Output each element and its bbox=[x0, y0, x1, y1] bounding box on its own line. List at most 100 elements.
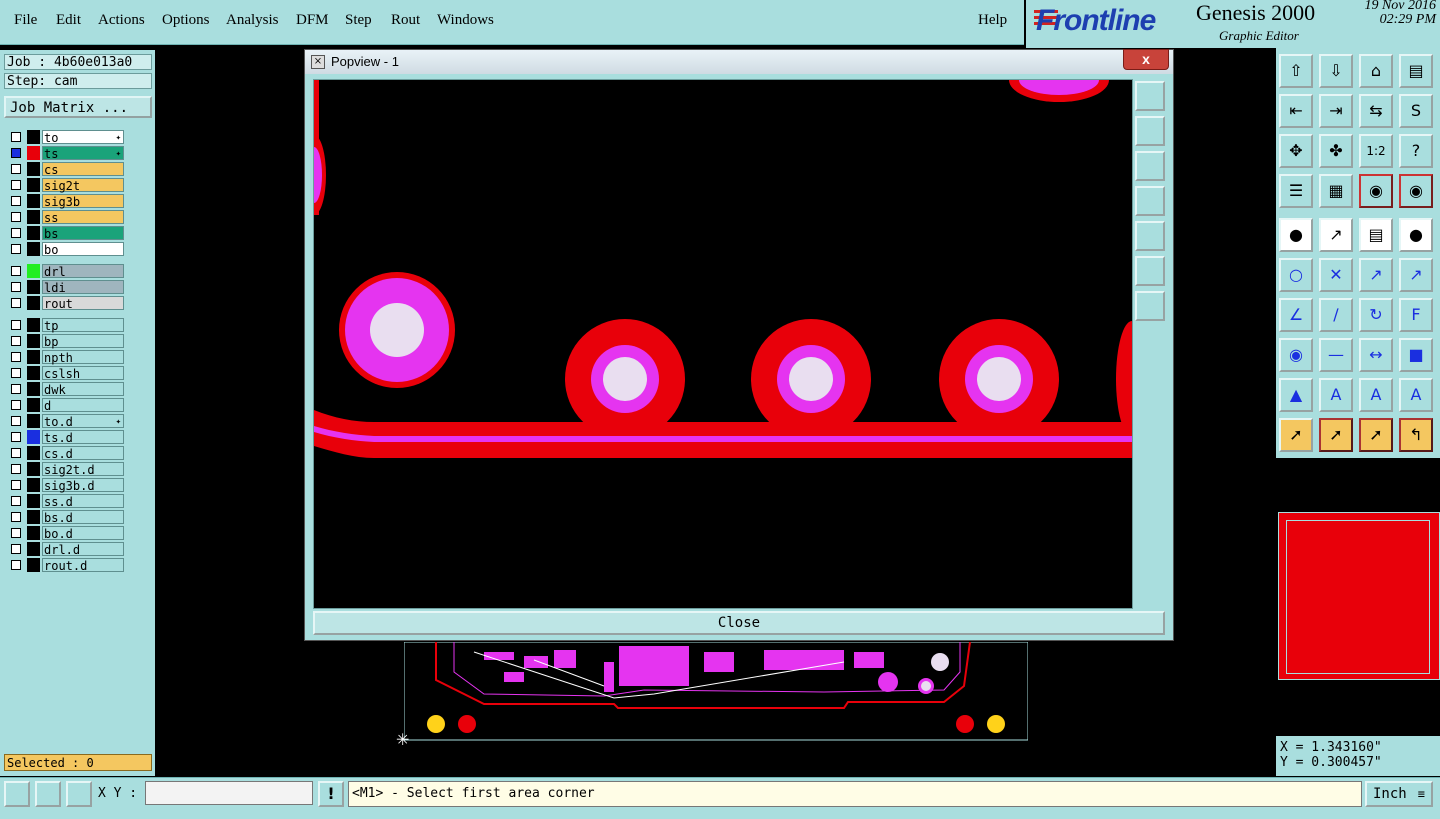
home-icon[interactable]: ⌂ bbox=[1359, 54, 1393, 88]
zoom-fit-icon[interactable]: ⇩ bbox=[1319, 54, 1353, 88]
pan-left-icon[interactable]: ⇤ bbox=[1279, 94, 1313, 128]
layer-color-swatch[interactable] bbox=[27, 382, 40, 396]
menu-windows[interactable]: Windows bbox=[437, 12, 494, 29]
snap-grid-icon[interactable] bbox=[66, 781, 92, 807]
layer-color-swatch[interactable] bbox=[27, 542, 40, 556]
scale-icon[interactable]: 1:2 bbox=[1359, 134, 1393, 168]
layer-checkbox[interactable] bbox=[11, 320, 21, 330]
layer-row[interactable]: ldi bbox=[6, 280, 126, 295]
popview-close-button[interactable]: Close bbox=[313, 611, 1165, 635]
job-matrix-button[interactable]: Job Matrix ... bbox=[4, 96, 152, 118]
layer-name[interactable]: ts.d bbox=[42, 430, 124, 445]
resize-icon[interactable]: ↔ bbox=[1359, 338, 1393, 372]
layer-name[interactable]: cs bbox=[42, 162, 124, 177]
layer-checkbox[interactable] bbox=[11, 528, 21, 538]
layer-row[interactable]: ss bbox=[6, 210, 126, 225]
layer-row[interactable]: cs bbox=[6, 162, 126, 177]
layer-name[interactable]: d bbox=[42, 398, 124, 413]
layer-row[interactable]: bo.d bbox=[6, 526, 126, 541]
layer-checkbox[interactable] bbox=[11, 400, 21, 410]
layer-color-swatch[interactable] bbox=[27, 398, 40, 412]
layer-color-swatch[interactable] bbox=[27, 526, 40, 540]
zoom-out-icon[interactable]: ✤ bbox=[1319, 134, 1353, 168]
layer-checkbox[interactable] bbox=[11, 432, 21, 442]
layer-row[interactable]: drl bbox=[6, 264, 126, 279]
layer-row[interactable]: sig2t bbox=[6, 178, 126, 193]
connect-icon[interactable]: ◉ bbox=[1279, 338, 1313, 372]
fill-icon[interactable]: ▲ bbox=[1279, 378, 1313, 412]
layer-checkbox[interactable] bbox=[11, 228, 21, 238]
layer-row[interactable]: sig2t.d bbox=[6, 462, 126, 477]
layer-row[interactable]: rout bbox=[6, 296, 126, 311]
layer-name[interactable]: ldi bbox=[42, 280, 124, 295]
pv-pan-down-icon[interactable] bbox=[1135, 151, 1165, 181]
layer-checkbox[interactable] bbox=[11, 298, 21, 308]
snap-icon[interactable]: ◉ bbox=[1359, 174, 1393, 208]
flip-icon[interactable]: F bbox=[1399, 298, 1433, 332]
layer-color-swatch[interactable] bbox=[27, 318, 40, 332]
node-icon[interactable]: ○ bbox=[1279, 258, 1313, 292]
layer-row[interactable]: sig3b.d bbox=[6, 478, 126, 493]
measure-icon[interactable]: ☰ bbox=[1279, 174, 1313, 208]
layer-color-swatch[interactable] bbox=[27, 446, 40, 460]
layer-name[interactable]: sig3b bbox=[42, 194, 124, 209]
layer-checkbox[interactable] bbox=[11, 266, 21, 276]
board-view[interactable] bbox=[404, 642, 1028, 742]
layer-name[interactable]: drl bbox=[42, 264, 124, 279]
layer-color-swatch[interactable] bbox=[27, 194, 40, 208]
layer-checkbox[interactable] bbox=[11, 132, 21, 142]
pan-right-icon[interactable]: ⇥ bbox=[1319, 94, 1353, 128]
circle-icon[interactable]: ● bbox=[1399, 218, 1433, 252]
layer-color-swatch[interactable] bbox=[27, 280, 40, 294]
grid-icon[interactable]: ▦ bbox=[1319, 174, 1353, 208]
draw-arc-icon[interactable]: ∕ bbox=[1319, 298, 1353, 332]
draw-line-icon[interactable]: ∠ bbox=[1279, 298, 1313, 332]
layer-row[interactable]: tp bbox=[6, 318, 126, 333]
layer-color-swatch[interactable] bbox=[27, 226, 40, 240]
layer-checkbox[interactable] bbox=[11, 244, 21, 254]
point-alt-icon[interactable]: ↗ bbox=[1399, 258, 1433, 292]
layer-row[interactable]: drl.d bbox=[6, 542, 126, 557]
layer-color-swatch[interactable] bbox=[27, 264, 40, 278]
select-path-icon[interactable]: ↰ bbox=[1399, 418, 1433, 452]
layer-name[interactable]: rout bbox=[42, 296, 124, 311]
layer-color-swatch[interactable] bbox=[27, 462, 40, 476]
layer-name[interactable]: ts ✦ bbox=[42, 146, 124, 161]
menu-rout[interactable]: Rout bbox=[391, 12, 420, 29]
layer-name[interactable]: bo.d bbox=[42, 526, 124, 541]
popview-canvas[interactable] bbox=[313, 79, 1133, 609]
zoom-home-icon[interactable]: ⇧ bbox=[1279, 54, 1313, 88]
layer-checkbox[interactable] bbox=[11, 368, 21, 378]
layer-color-swatch[interactable] bbox=[27, 430, 40, 444]
layer-color-swatch[interactable] bbox=[27, 558, 40, 572]
layer-name[interactable]: dwk bbox=[42, 382, 124, 397]
snap-alt-icon[interactable]: ◉ bbox=[1399, 174, 1433, 208]
layer-color-swatch[interactable] bbox=[27, 296, 40, 310]
layer-checkbox[interactable] bbox=[11, 496, 21, 506]
layer-name[interactable]: bs.d bbox=[42, 510, 124, 525]
cross-icon[interactable]: ✕ bbox=[1319, 258, 1353, 292]
menu-help[interactable]: Help bbox=[978, 12, 1007, 29]
layer-checkbox[interactable] bbox=[11, 560, 21, 570]
layer-color-swatch[interactable] bbox=[27, 494, 40, 508]
menu-edit[interactable]: Edit bbox=[56, 12, 81, 29]
layer-row[interactable]: bs bbox=[6, 226, 126, 241]
mini-map[interactable] bbox=[1278, 512, 1440, 680]
warning-button[interactable]: ! bbox=[318, 781, 344, 807]
layer-color-swatch[interactable] bbox=[27, 414, 40, 428]
rotate-icon[interactable]: ↻ bbox=[1359, 298, 1393, 332]
layer-row[interactable]: cslsh bbox=[6, 366, 126, 381]
menu-step[interactable]: Step bbox=[345, 12, 372, 29]
layer-color-swatch[interactable] bbox=[27, 178, 40, 192]
pv-zoom-in-icon[interactable] bbox=[1135, 256, 1165, 286]
layer-row[interactable]: to ✦ bbox=[6, 130, 126, 145]
layer-checkbox[interactable] bbox=[11, 416, 21, 426]
layer-name[interactable]: npth bbox=[42, 350, 124, 365]
select-box-icon[interactable]: ➚ bbox=[1319, 418, 1353, 452]
layer-name[interactable]: cs.d bbox=[42, 446, 124, 461]
layer-name[interactable]: ss bbox=[42, 210, 124, 225]
arc-icon[interactable]: A bbox=[1359, 378, 1393, 412]
layer-checkbox[interactable] bbox=[11, 282, 21, 292]
layer-color-swatch[interactable] bbox=[27, 350, 40, 364]
layer-checkbox[interactable] bbox=[11, 196, 21, 206]
